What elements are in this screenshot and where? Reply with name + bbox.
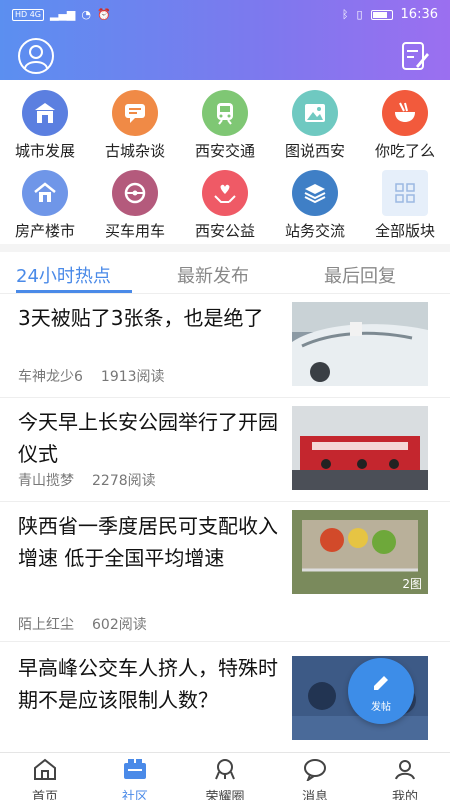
- nav-messages[interactable]: 消息: [270, 753, 360, 800]
- category-did-you-eat[interactable]: 你吃了么: [360, 84, 450, 164]
- house-icon: [22, 170, 68, 216]
- post-title: 早高峰公交车人挤人，特殊时期不是应该限制人数？: [18, 656, 278, 712]
- new-post-button[interactable]: 发帖: [348, 658, 414, 724]
- image-count-badge: 2图: [402, 577, 422, 591]
- edit-note-icon[interactable]: [400, 40, 430, 72]
- nav-mine[interactable]: 我的: [360, 753, 450, 800]
- alarm-icon: ⏰: [97, 8, 111, 21]
- post-author: 车神龙少6: [18, 369, 83, 385]
- noodle-bowl-icon: [382, 90, 428, 136]
- list-item[interactable]: 3天被贴了3张条，也是绝了 车神龙少6 1913阅读: [0, 294, 450, 398]
- post-reads: 602阅读: [92, 617, 147, 633]
- list-item[interactable]: 今天早上长安公园举行了开园仪式 青山揽梦 2278阅读: [0, 398, 450, 502]
- post-reads: 1913阅读: [100, 369, 165, 385]
- category-city-development[interactable]: 城市发展: [0, 84, 90, 164]
- post-thumbnail: 2图: [292, 510, 428, 594]
- network-type: HD 4G: [12, 8, 45, 21]
- city-gate-icon: [22, 90, 68, 136]
- category-old-city-talk[interactable]: 古城杂谈: [90, 84, 180, 164]
- post-author: 陌上红尘: [18, 617, 74, 633]
- community-icon: [124, 759, 146, 779]
- category-charity[interactable]: 西安公益: [180, 164, 270, 244]
- category-site-affairs[interactable]: 站务交流: [270, 164, 360, 244]
- post-thumbnail: [292, 406, 428, 490]
- category-xian-traffic[interactable]: 西安交通: [180, 84, 270, 164]
- post-author: 青山揽梦: [18, 473, 74, 489]
- status-bar: HD 4G ▂▄▆ ◔ ⏰ ᛒ ▯ 16:36: [0, 0, 450, 30]
- category-real-estate[interactable]: 房产楼市: [0, 164, 90, 244]
- post-title: 3天被贴了3张条，也是绝了: [18, 306, 264, 330]
- bottom-nav: 首页 社区 荣耀圈 消息 我的: [0, 752, 450, 800]
- section-divider: [0, 244, 450, 252]
- clock: 16:36: [400, 7, 438, 22]
- tab-last-reply[interactable]: 最后回复: [324, 262, 396, 288]
- pencil-icon: [374, 676, 388, 690]
- nav-community[interactable]: 社区: [90, 753, 180, 800]
- heart-hands-icon: [202, 170, 248, 216]
- train-icon: [202, 90, 248, 136]
- grid-icon: [382, 170, 428, 216]
- battery-icon: [370, 9, 393, 20]
- honor-circle-icon: [215, 759, 235, 780]
- wifi-icon: ◔: [81, 8, 92, 21]
- message-icon: [304, 759, 326, 783]
- picture-icon: [292, 90, 338, 136]
- profile-icon: [395, 760, 415, 780]
- post-title: 陕西省一季度居民可支配收入增速 低于全国平均增速: [18, 514, 278, 570]
- home-icon: [34, 758, 56, 780]
- post-title: 今天早上长安公园举行了开园仪式: [18, 410, 278, 466]
- tab-24h-hot[interactable]: 24小时热点: [16, 262, 111, 288]
- steering-wheel-icon: [112, 170, 158, 216]
- signal-icon: ▂▄▆: [50, 8, 76, 21]
- list-item[interactable]: 陕西省一季度居民可支配收入增速 低于全国平均增速 陌上红尘 602阅读 2图: [0, 502, 450, 642]
- app-header: HD 4G ▂▄▆ ◔ ⏰ ᛒ ▯ 16:36: [0, 0, 450, 80]
- category-picture-xian[interactable]: 图说西安: [270, 84, 360, 164]
- nav-home[interactable]: 首页: [0, 753, 90, 800]
- vibrate-icon: ▯: [356, 8, 363, 21]
- post-thumbnail: [292, 302, 428, 386]
- feed-tabs: 24小时热点 最新发布 最后回复: [0, 252, 450, 294]
- post-reads: 2278阅读: [92, 473, 156, 489]
- layers-icon: [292, 170, 338, 216]
- category-all-sections[interactable]: 全部版块: [360, 164, 450, 244]
- user-avatar-icon[interactable]: [18, 38, 54, 74]
- category-grid: 城市发展 古城杂谈 西安交通 图说西安 你吃了么 房产楼市 买车用车 西安公益 …: [0, 84, 450, 244]
- chat-bubble-icon: [112, 90, 158, 136]
- bluetooth-icon: ᛒ: [341, 8, 349, 21]
- tab-latest[interactable]: 最新发布: [177, 262, 249, 288]
- category-car[interactable]: 买车用车: [90, 164, 180, 244]
- active-tab-indicator: [16, 290, 132, 293]
- nav-honor-circle[interactable]: 荣耀圈: [180, 753, 270, 800]
